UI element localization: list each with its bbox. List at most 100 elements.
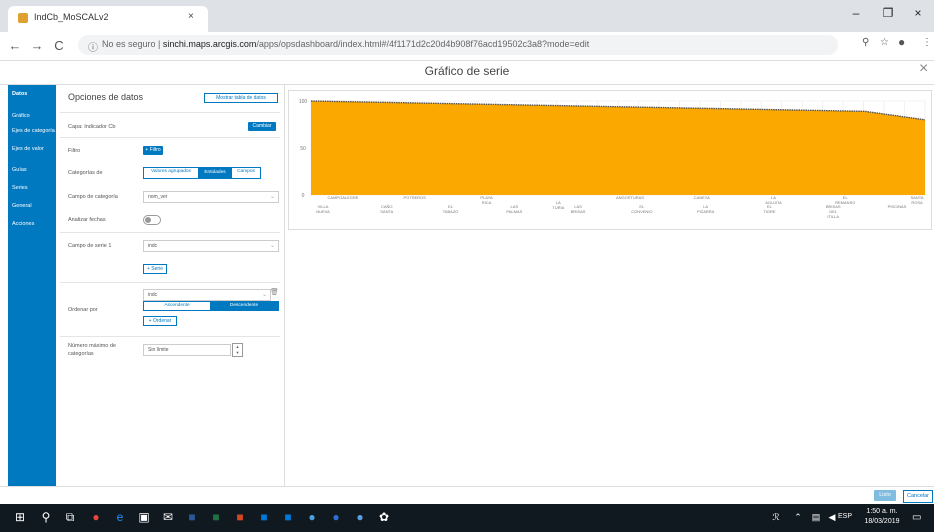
toggle-knob [145, 217, 151, 223]
app-icon[interactable]: ● [326, 510, 346, 524]
zoom-icon[interactable]: ⚲ [862, 37, 869, 48]
back-icon[interactable]: ← [6, 38, 24, 53]
x-tick-label: SANTA ROSA [910, 195, 923, 205]
forward-icon[interactable]: → [28, 38, 46, 53]
stepper-icon[interactable]: ▲ ▼ [232, 343, 243, 357]
dialog-close-icon[interactable]: × [919, 60, 928, 78]
maximize-icon[interactable]: ❐ [876, 6, 900, 20]
outlook-icon[interactable]: ■ [278, 510, 298, 524]
max-categories-label: Número máximo de categorías [68, 343, 116, 357]
option-descending[interactable]: Descendente [210, 302, 278, 310]
chrome-icon[interactable]: ● [86, 510, 106, 524]
favicon-icon [18, 13, 28, 23]
category-field-select[interactable]: nom_ver ⌄ [143, 191, 279, 203]
x-tick-label: CAÑO SANTA [380, 204, 393, 214]
change-layer-button[interactable]: Cambiar [248, 122, 276, 131]
option-features[interactable]: Entidades [198, 168, 232, 178]
x-tick-label: CANEYA [694, 195, 710, 200]
x-tick-label: LA TURIA [552, 200, 564, 210]
clock-time[interactable]: 1:50 a. m. [862, 508, 902, 515]
info-icon: ⓘ [88, 43, 98, 54]
browser-toolbar: ← → C ⓘ No es seguro | sinchi.maps.arcgi… [0, 32, 934, 61]
option-ascending[interactable]: Ascendente [144, 302, 210, 310]
sidebar-item-guias[interactable]: Guías [12, 167, 56, 173]
browser-tab[interactable]: IndCb_MoSCALv2 × [8, 6, 208, 32]
chart-svg: 100 50 0 CAMPOALEGRE POTREROS PLAYA RICA LA TURI… [299, 99, 926, 219]
order-direction-control: Ascendente Descendente [143, 301, 279, 311]
address-bar[interactable]: ⓘ No es seguro | sinchi.maps.arcgis.com/… [78, 35, 838, 55]
people-icon[interactable]: ℛ [766, 512, 786, 523]
done-button[interactable]: Listo [874, 490, 896, 501]
chevron-down-icon: ⌄ [269, 243, 275, 249]
series-field-label: Campo de serie 1 [68, 243, 112, 249]
categories-segmented-control: Valores agrupados Entidades Campos [143, 167, 261, 179]
powerpoint-icon[interactable]: ■ [230, 510, 250, 524]
x-tick-label: ANGOSTURAS [616, 195, 644, 200]
panel-heading: Opciones de datos [68, 92, 144, 102]
divider [60, 112, 280, 113]
excel-icon[interactable]: ■ [206, 510, 226, 524]
sidebar-item-acciones[interactable]: Acciones [12, 221, 56, 227]
max-categories-value: Sin límite [148, 347, 169, 353]
series-area [311, 101, 925, 195]
categories-label: Categorías de [68, 170, 103, 176]
divider [60, 232, 280, 233]
order-label: Ordenar por [68, 307, 98, 313]
add-series-button[interactable]: + Serie [143, 264, 167, 274]
url-host: sinchi.maps.arcgis.com [162, 39, 257, 49]
x-tick-label: EL TABAZO [443, 204, 459, 214]
word-icon[interactable]: ■ [182, 510, 202, 524]
y-tick-label: 100 [299, 99, 308, 105]
notifications-icon[interactable]: ▭ [912, 512, 921, 523]
x-tick-label: VILLA NUEVA [316, 204, 330, 214]
sidebar-item-ejes-valor[interactable]: Ejes de valor [12, 146, 56, 152]
explorer-icon[interactable]: ■ [254, 510, 274, 524]
windows-start-icon[interactable]: ⊞ [10, 510, 30, 524]
sidebar-item-ejes-categoria[interactable]: Ejes de categoría [12, 128, 56, 134]
add-order-button[interactable]: + Ordenar [143, 316, 177, 326]
max-categories-input[interactable]: Sin límite [143, 344, 231, 356]
mail-icon[interactable]: ✉ [158, 510, 178, 524]
option-fields[interactable]: Campos [233, 169, 259, 174]
analyze-dates-label: Analizar fechas [68, 217, 106, 223]
series-field-select[interactable]: indc ⌄ [143, 240, 279, 252]
reload-icon[interactable]: C [50, 38, 68, 53]
serial-chart-preview: 100 50 0 CAMPOALEGRE POTREROS PLAYA RICA LA TURI… [288, 90, 932, 230]
trash-icon[interactable]: 🗑 [270, 288, 279, 296]
filter-label: Filtro [68, 148, 81, 154]
add-filter-button[interactable]: + Filtro [143, 146, 163, 155]
task-view-icon[interactable]: ⧉ [60, 510, 80, 525]
search-icon[interactable]: ⚲ [36, 510, 56, 524]
store-icon[interactable]: ▣ [134, 510, 154, 524]
app-icon[interactable]: ● [350, 510, 370, 524]
browser-menu-icon[interactable]: ⋮ [922, 37, 932, 48]
windows-taskbar: ⊞ ⚲ ⧉ ● e ▣ ✉ ■ ■ ■ ■ ■ ● ● ● ✿ ℛ ⌃ ▤ ◀ [0, 504, 934, 532]
x-tick-label: LA PIZARRA [697, 204, 715, 214]
minimize-icon[interactable]: – [844, 6, 868, 20]
x-tick-label: POTREROS [404, 195, 427, 200]
window-close-icon[interactable]: × [906, 6, 930, 20]
x-tick-label: EL CONVENIO [631, 204, 652, 214]
clock-date[interactable]: 18/03/2019 [862, 518, 902, 525]
option-grouped-values[interactable]: Valores agrupados [145, 169, 197, 174]
edge-icon[interactable]: e [110, 510, 130, 524]
x-tick-label: EL TIGRE [763, 204, 776, 214]
chevron-down-icon: ⌄ [261, 292, 267, 298]
divider [60, 282, 280, 283]
cancel-button[interactable]: Cancelar [903, 490, 933, 503]
order-field-select[interactable]: indc ⌄ [143, 289, 271, 301]
sidebar-item-series[interactable]: Series [12, 185, 56, 191]
sidebar-item-datos[interactable]: Datos [12, 91, 56, 97]
analyze-dates-toggle[interactable] [143, 215, 161, 225]
app-icon[interactable]: ● [302, 510, 322, 524]
show-data-table-button[interactable]: Mostrar tabla de datos [204, 93, 278, 103]
app-icon[interactable]: ✿ [374, 510, 394, 524]
tray-chevron-icon[interactable]: ⌃ [788, 512, 808, 523]
order-field-value: indc [148, 292, 158, 298]
profile-icon[interactable]: ● [898, 35, 905, 49]
language-indicator[interactable]: ESP [838, 513, 852, 520]
sidebar-item-general[interactable]: General [12, 203, 56, 209]
sidebar-item-grafico[interactable]: Gráfico [12, 113, 56, 119]
bookmark-star-icon[interactable]: ☆ [880, 37, 889, 48]
tab-close-icon[interactable]: × [188, 11, 194, 22]
